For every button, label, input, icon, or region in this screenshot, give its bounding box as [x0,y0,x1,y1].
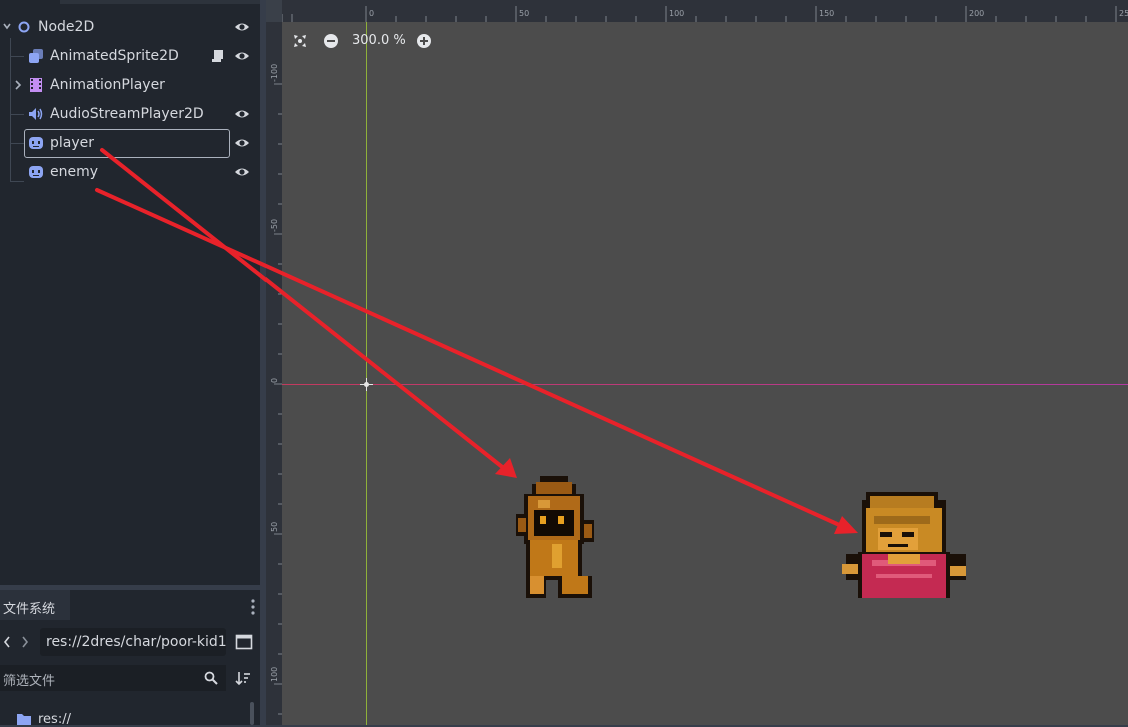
annotation-arrows-overlay [95,148,266,282]
annotation-arrows [266,263,858,534]
tab-filesystem-label: 文件系统 [3,602,56,617]
annotation-arrow-player [266,276,508,472]
sort-icon[interactable] [235,670,251,686]
path-value: res://2dres/char/poor-kid1 [46,634,227,650]
back-arrow-icon[interactable] [2,634,12,650]
tab-filesystem[interactable]: 文件系统 [0,590,70,620]
filter-files-input[interactable]: 筛选文件 [0,665,226,691]
split-view-icon[interactable] [235,634,253,650]
more-options-icon[interactable] [248,598,258,616]
path-input[interactable]: res://2dres/char/poor-kid1 [40,628,227,656]
annotation-arrow-enemy-tail [95,188,266,268]
annotation-arrow-player-tail [100,148,266,282]
annotation-arrow-enemy [266,263,848,530]
scrollbar[interactable] [250,702,254,725]
annotation-arrowhead-player [495,458,517,478]
file-tree-root[interactable]: res:// [0,698,260,727]
filter-placeholder: 筛选文件 [3,674,56,689]
forward-arrow-icon[interactable] [20,634,30,650]
search-icon [204,671,218,685]
canvas-viewport[interactable]: 0 50 100 150 200 25 -100 -50 0 50 100 30… [266,0,1128,725]
folder-icon [17,714,31,725]
filesystem-panel: 文件系统 res://2dres/char/poor-kid1 筛选文件 res… [0,590,260,727]
